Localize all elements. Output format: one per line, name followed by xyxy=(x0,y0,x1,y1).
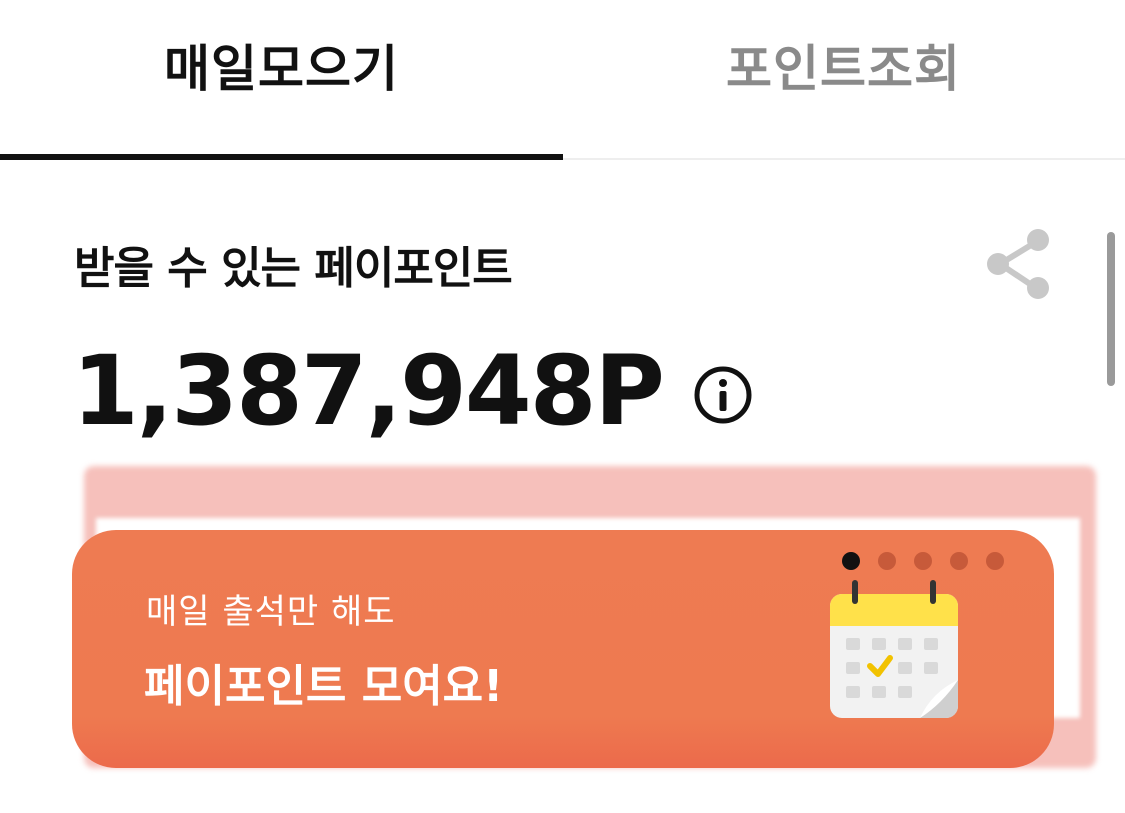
carousel-dots xyxy=(842,552,1004,570)
attendance-banner[interactable]: 매일 출석만 해도 페이포인트 모여요! xyxy=(72,530,1054,768)
carousel-dot[interactable] xyxy=(914,552,932,570)
share-icon[interactable] xyxy=(980,226,1056,302)
tab-daily-collect[interactable]: 매일모으기 xyxy=(0,0,563,158)
tab-bar: 매일모으기 포인트조회 xyxy=(0,0,1125,160)
scrollbar[interactable] xyxy=(1107,232,1115,386)
carousel-dot[interactable] xyxy=(950,552,968,570)
carousel-dot[interactable] xyxy=(878,552,896,570)
tab-points-lookup[interactable]: 포인트조회 xyxy=(562,0,1125,158)
active-tab-indicator xyxy=(0,154,563,160)
points-amount-row: 1,387,948P xyxy=(72,336,753,446)
info-icon[interactable] xyxy=(693,365,753,425)
points-amount: 1,387,948P xyxy=(72,335,665,447)
calendar-check-icon xyxy=(828,580,962,720)
carousel-dot[interactable] xyxy=(986,552,1004,570)
available-points-title: 받을 수 있는 페이포인트 xyxy=(74,243,513,294)
banner-headline: 페이포인트 모여요! xyxy=(144,661,504,712)
carousel-dot[interactable] xyxy=(842,552,860,570)
banner-subtitle: 매일 출석만 해도 xyxy=(146,592,396,632)
